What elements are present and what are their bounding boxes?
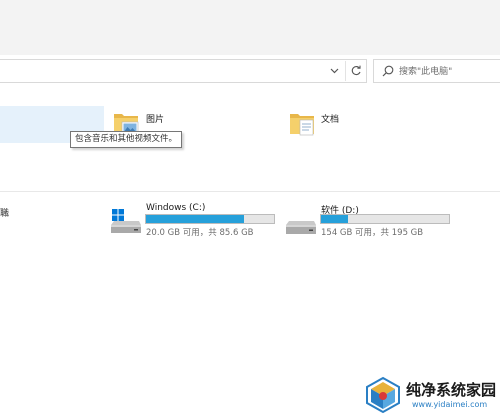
section-heading: 職 [0,209,10,219]
address-history-button[interactable] [325,61,343,81]
drive-space-c: 20.0 GB 可用，共 85.6 GB [146,228,254,238]
drive-space-d: 154 GB 可用，共 195 GB [321,228,424,238]
refresh-button[interactable] [345,61,366,81]
address-bar[interactable] [0,59,367,83]
watermark-logo-icon [366,376,400,414]
folder-label-pictures: 图片 [146,115,165,125]
windows-drive-icon[interactable] [110,208,142,236]
search-placeholder: 搜索"此电脑" [399,67,453,77]
watermark-url: www.yidaimei.com [412,400,488,409]
watermark-text: 纯净系统家园 [406,381,497,399]
tooltip: 包含音乐和其他视频文件。 [70,131,183,148]
drive-usage-bar-d [320,214,450,224]
chevron-down-icon [330,68,338,74]
drive-usage-bar-c [145,214,275,224]
folder-label-documents: 文档 [321,115,340,125]
drive-usage-fill-d [321,215,348,223]
documents-folder-icon[interactable] [288,108,318,138]
drive-name-c: Windows (C:) [146,203,206,213]
hard-drive-icon[interactable] [285,212,317,240]
drive-usage-fill-c [146,215,245,223]
ribbon-area [0,0,500,55]
section-divider [0,191,500,192]
refresh-icon [351,65,361,76]
search-icon [382,65,394,77]
